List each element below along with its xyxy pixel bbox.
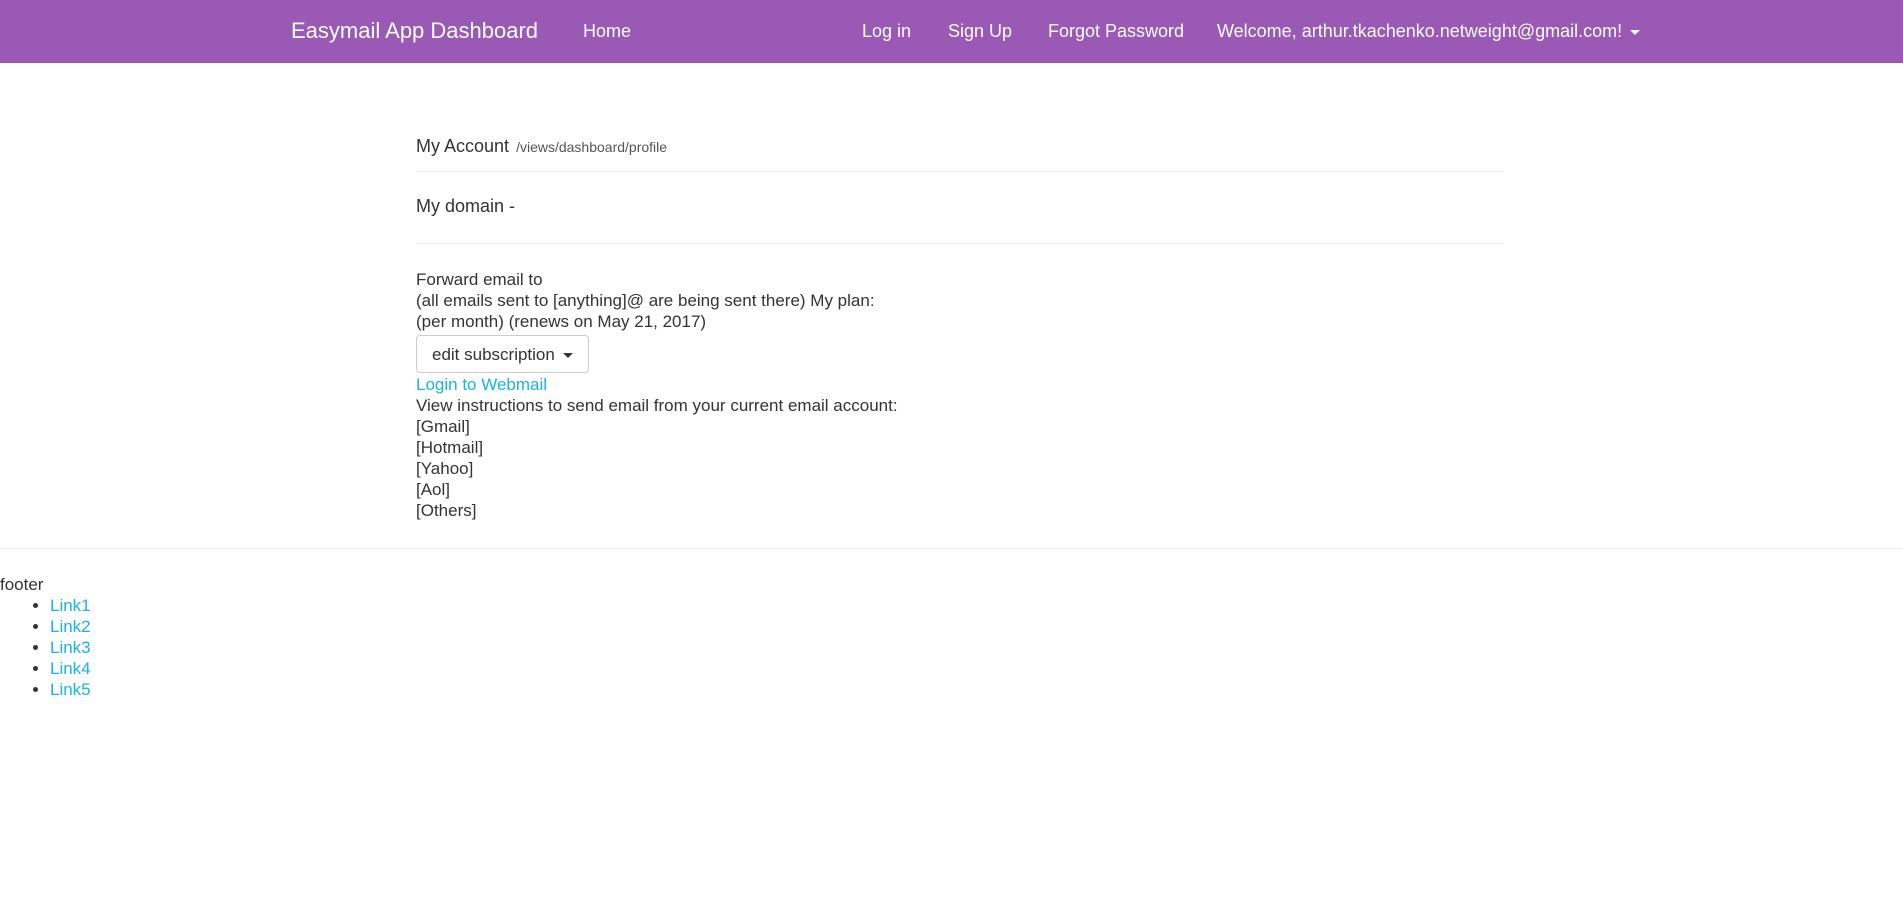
page-title-text: My Account (416, 136, 510, 156)
footer-link-2[interactable]: Link2 (50, 617, 91, 636)
footer-link-item: Link3 (50, 637, 91, 658)
caret-down-icon (562, 353, 573, 359)
footer-links: Link1 Link2 Link3 Link4 Link5 (0, 595, 91, 700)
footer: footer Link1 Link2 Link3 Link4 Link5 (0, 574, 91, 700)
provider-others[interactable]: [Others] (416, 500, 898, 521)
page-title: My Account /views/dashboard/profile (416, 136, 1504, 157)
edit-subscription-label: edit subscription (432, 345, 555, 364)
forward-email-text: Forward email to (416, 270, 543, 289)
footer-link-item: Link5 (50, 679, 91, 700)
domain-row: My domain - (416, 196, 1504, 244)
top-navbar: Easymail App Dashboard Home Log in Sign … (0, 0, 1903, 63)
nav-home-link[interactable]: Home (583, 0, 631, 62)
provider-yahoo[interactable]: [Yahoo] (416, 458, 898, 479)
nav-forgot-password-link[interactable]: Forgot Password (1048, 0, 1184, 62)
provider-gmail[interactable]: [Gmail] (416, 416, 898, 437)
edit-subscription-button[interactable]: edit subscription (416, 335, 589, 373)
footer-divider (0, 548, 1903, 549)
page-path: /views/dashboard/profile (516, 139, 668, 155)
footer-link-5[interactable]: Link5 (50, 680, 91, 699)
footer-link-item: Link1 (50, 595, 91, 616)
footer-label: footer (0, 575, 44, 594)
page-header: My Account /views/dashboard/profile (416, 136, 1504, 172)
footer-link-4[interactable]: Link4 (50, 659, 91, 678)
footer-link-3[interactable]: Link3 (50, 638, 91, 657)
plan-renewal-text: (per month) (renews on May 21, 2017) (416, 312, 707, 331)
footer-link-1[interactable]: Link1 (50, 596, 91, 615)
provider-hotmail[interactable]: [Hotmail] (416, 437, 898, 458)
footer-link-item: Link4 (50, 658, 91, 679)
login-webmail-link[interactable]: Login to Webmail (416, 374, 898, 395)
instructions-text: View instructions to send email from you… (416, 396, 898, 415)
my-domain-label: My domain - (416, 196, 516, 216)
caret-down-icon (1630, 29, 1641, 35)
provider-aol[interactable]: [Aol] (416, 479, 898, 500)
nav-login-link[interactable]: Log in (862, 0, 911, 62)
brand-link[interactable]: Easymail App Dashboard (291, 0, 538, 62)
catch-all-text: (all emails sent to [anything]@ are bein… (416, 291, 875, 310)
footer-link-item: Link2 (50, 616, 91, 637)
nav-signup-link[interactable]: Sign Up (948, 0, 1012, 62)
user-menu-dropdown[interactable]: Welcome, arthur.tkachenko.netweight@gmai… (1217, 0, 1641, 62)
user-menu-label: Welcome, arthur.tkachenko.netweight@gmai… (1217, 21, 1623, 41)
account-info: Forward email to (all emails sent to [an… (416, 269, 898, 521)
